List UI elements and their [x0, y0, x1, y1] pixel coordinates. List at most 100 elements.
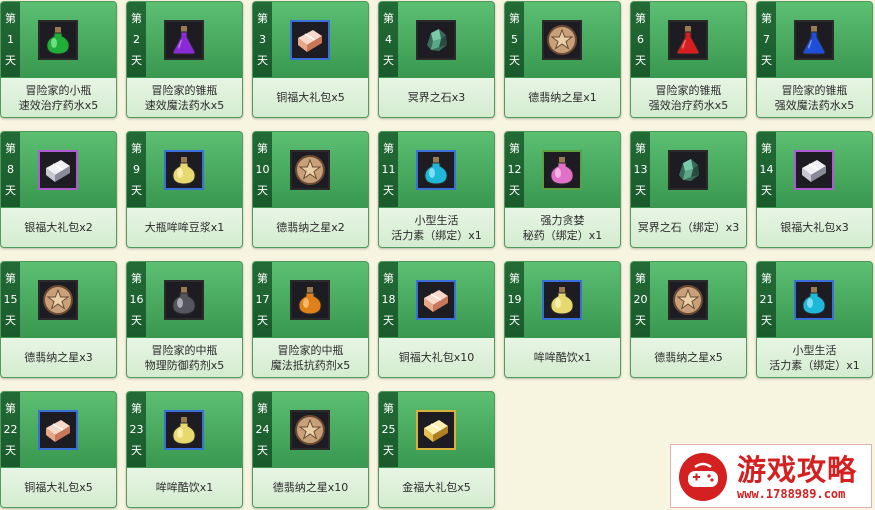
day-prefix: 第	[383, 272, 394, 285]
day-tab: 第 11 天	[379, 132, 398, 207]
day-number: 24	[255, 423, 270, 436]
reward-label: 小型生活 活力素（绑定）x1	[757, 338, 872, 377]
reward-card-day-23: 第 23 天哞哞酷饮x1	[126, 391, 243, 508]
red-potion-icon	[668, 20, 708, 60]
reward-name: 小型生活 活力素（绑定）x1	[391, 213, 482, 242]
day-number: 7	[763, 33, 770, 46]
day-suffix: 天	[5, 314, 16, 327]
day-prefix: 第	[5, 12, 16, 25]
day-number: 12	[507, 163, 522, 176]
day-tab: 第 4 天	[379, 2, 398, 77]
reward-name: 冥界之石（绑定）x3	[637, 221, 740, 234]
star-medal-icon	[290, 150, 330, 190]
reward-label: 德翡纳之星x3	[1, 338, 116, 377]
watermark-url: www.1788989.com	[737, 487, 846, 501]
day-number: 6	[637, 33, 644, 46]
reward-card-day-9: 第 9 天大瓶哞哞豆浆x1	[126, 131, 243, 248]
day-number: 13	[633, 163, 648, 176]
vitality-flask-icon	[794, 280, 834, 320]
reward-name: 小型生活 活力素（绑定）x1	[769, 343, 860, 372]
day-tab: 第 22 天	[1, 392, 20, 467]
reward-name: 冒险家的中瓶 魔法抵抗药剂x5	[270, 343, 351, 372]
day-tab: 第 25 天	[379, 392, 398, 467]
day-tab: 第 16 天	[127, 262, 146, 337]
reward-card-day-12: 第 12 天强力贪婪 秘药（绑定）x1	[504, 131, 621, 248]
day-prefix: 第	[509, 272, 520, 285]
day-number: 9	[133, 163, 140, 176]
day-prefix: 第	[635, 142, 646, 155]
day-tab: 第 3 天	[253, 2, 272, 77]
reward-name: 大瓶哞哞豆浆x1	[144, 221, 225, 234]
reward-name: 银福大礼包x3	[780, 221, 849, 234]
reward-label: 小型生活 活力素（绑定）x1	[379, 208, 494, 247]
day-number: 10	[255, 163, 270, 176]
reward-label: 冒险家的小瓶 速效治疗药水x5	[1, 78, 116, 117]
reward-label: 冒险家的中瓶 魔法抵抗药剂x5	[253, 338, 368, 377]
day-prefix: 第	[131, 402, 142, 415]
day-prefix: 第	[761, 142, 772, 155]
day-tab: 第 18 天	[379, 262, 398, 337]
reward-card-day-21: 第 21 天小型生活 活力素（绑定）x1	[756, 261, 873, 378]
star-medal-icon	[290, 410, 330, 450]
day-number: 18	[381, 293, 396, 306]
watermark-title: 游戏攻略	[737, 453, 858, 487]
day-suffix: 天	[257, 444, 268, 457]
day-number: 1	[7, 33, 14, 46]
day-suffix: 天	[509, 184, 520, 197]
day-prefix: 第	[509, 12, 520, 25]
day-prefix: 第	[257, 402, 268, 415]
day-tab: 第 24 天	[253, 392, 272, 467]
day-tab: 第 19 天	[505, 262, 524, 337]
day-tab: 第 8 天	[1, 132, 20, 207]
day-prefix: 第	[5, 272, 16, 285]
reward-name: 银福大礼包x2	[24, 221, 93, 234]
reward-card-day-3: 第 3 天铜福大礼包x5	[252, 1, 369, 118]
day-suffix: 天	[635, 314, 646, 327]
reward-label: 冒险家的锥瓶 速效魔法药水x5	[127, 78, 242, 117]
day-tab: 第 21 天	[757, 262, 776, 337]
reward-card-day-25: 第 25 天金福大礼包x5	[378, 391, 495, 508]
gamepad-logo-icon	[679, 453, 727, 501]
day-number: 8	[7, 163, 14, 176]
day-tab: 第 5 天	[505, 2, 524, 77]
orange-potion-icon	[290, 280, 330, 320]
day-suffix: 天	[131, 314, 142, 327]
day-number: 22	[3, 423, 18, 436]
day-prefix: 第	[509, 142, 520, 155]
day-tab: 第 17 天	[253, 262, 272, 337]
purple-potion-icon	[164, 20, 204, 60]
reward-name: 德翡纳之星x3	[24, 351, 93, 364]
reward-name: 铜福大礼包x10	[398, 351, 475, 364]
day-tab: 第 9 天	[127, 132, 146, 207]
star-medal-icon	[542, 20, 582, 60]
reward-name: 强力贪婪 秘药（绑定）x1	[522, 213, 603, 242]
reward-card-day-19: 第 19 天哞哞酷饮x1	[504, 261, 621, 378]
reward-label: 银福大礼包x2	[1, 208, 116, 247]
vitality-flask-icon	[416, 150, 456, 190]
greed-elixir-icon	[542, 150, 582, 190]
reward-label: 冒险家的中瓶 物理防御药剂x5	[127, 338, 242, 377]
day-prefix: 第	[761, 272, 772, 285]
day-suffix: 天	[383, 314, 394, 327]
reward-name: 铜福大礼包x5	[276, 91, 345, 104]
reward-name: 金福大礼包x5	[402, 481, 471, 494]
day-suffix: 天	[131, 444, 142, 457]
day-prefix: 第	[761, 12, 772, 25]
reward-name: 哞哞酷饮x1	[155, 481, 214, 494]
day-number: 17	[255, 293, 270, 306]
day-number: 20	[633, 293, 648, 306]
reward-card-day-22: 第 22 天铜福大礼包x5	[0, 391, 117, 508]
day-prefix: 第	[5, 142, 16, 155]
reward-label: 铜福大礼包x5	[253, 78, 368, 117]
day-suffix: 天	[5, 54, 16, 67]
day-suffix: 天	[131, 54, 142, 67]
site-watermark: 游戏攻略 www.1788989.com	[670, 444, 872, 508]
reward-card-day-2: 第 2 天冒险家的锥瓶 速效魔法药水x5	[126, 1, 243, 118]
reward-card-day-7: 第 7 天冒险家的锥瓶 强效魔法药水x5	[756, 1, 873, 118]
reward-card-day-14: 第 14 天银福大礼包x3	[756, 131, 873, 248]
reward-card-day-24: 第 24 天德翡纳之星x10	[252, 391, 369, 508]
reward-name: 冒险家的锥瓶 强效治疗药水x5	[648, 83, 729, 112]
day-prefix: 第	[257, 12, 268, 25]
day-suffix: 天	[383, 184, 394, 197]
day-tab: 第 13 天	[631, 132, 650, 207]
